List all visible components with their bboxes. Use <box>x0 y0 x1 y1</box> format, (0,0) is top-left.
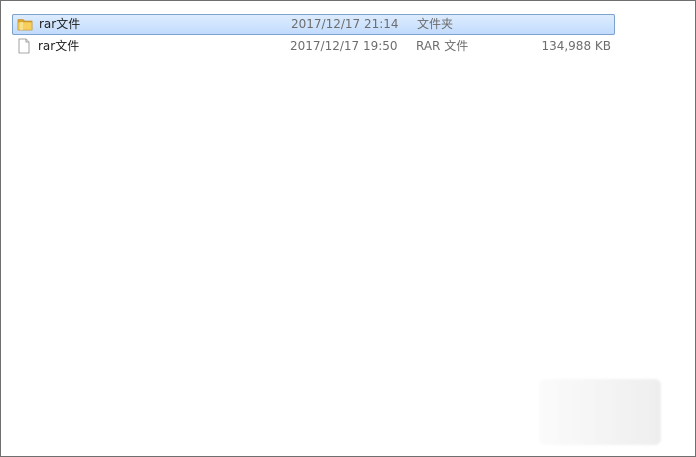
file-name[interactable]: rar文件 <box>39 15 80 34</box>
file-type: RAR 文件 <box>416 39 469 53</box>
file-size: 134,988 KB <box>541 39 611 53</box>
file-row-rar[interactable]: rar文件 2017/12/17 19:50 RAR 文件 134,988 KB <box>12 37 615 58</box>
file-icon <box>16 37 32 56</box>
file-name[interactable]: rar文件 <box>38 37 79 56</box>
explorer-window: rar文件 2017/12/17 21:14 文件夹 rar文件 2017/12… <box>0 0 696 457</box>
file-row-folder[interactable]: rar文件 2017/12/17 21:14 文件夹 <box>12 14 615 35</box>
file-date: 2017/12/17 21:14 <box>291 17 399 31</box>
blurred-watermark <box>539 379 661 445</box>
file-type: 文件夹 <box>417 17 454 31</box>
file-date: 2017/12/17 19:50 <box>290 39 398 53</box>
folder-icon <box>17 15 33 34</box>
